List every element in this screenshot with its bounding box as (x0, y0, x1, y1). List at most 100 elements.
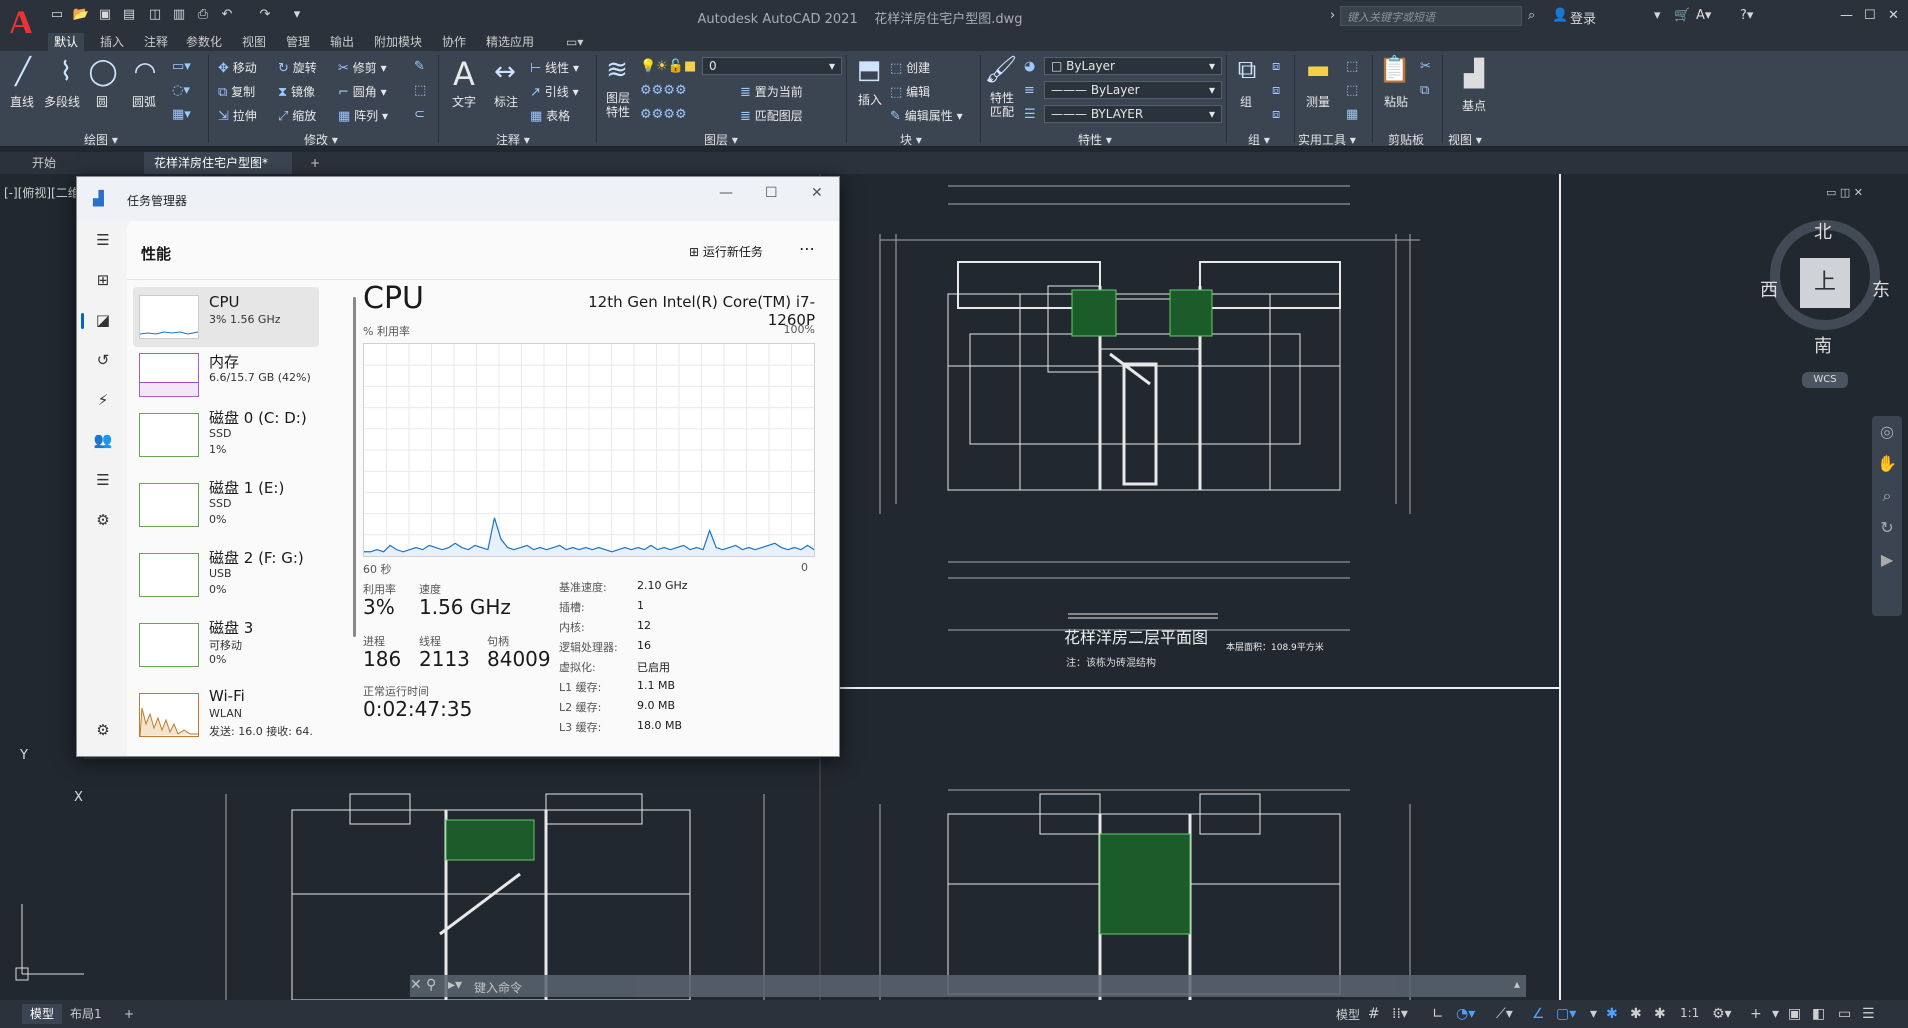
customize-command-icon[interactable]: ⚲ (426, 977, 436, 993)
isolate-objects-icon[interactable]: ◧ (1812, 1006, 1825, 1022)
snap-icon[interactable]: ⁞⁞▾ (1392, 1006, 1408, 1022)
viewport-controls[interactable]: [-][俯视][二维 (4, 184, 80, 201)
save-web-icon[interactable]: ▥ (170, 6, 188, 24)
save-icon[interactable]: ▣ (96, 6, 114, 24)
app-history-icon[interactable]: ↺ (93, 351, 113, 371)
layer-properties-button[interactable]: 图层特性 (606, 91, 630, 119)
wcs-menu[interactable]: WCS (1802, 372, 1848, 388)
draw-panel-label[interactable]: 绘图 ▾ (84, 131, 118, 148)
color-wheel-icon[interactable]: ◕ (1024, 59, 1035, 74)
navigation-bar[interactable]: ◎ ✋ ⌕ ↻ ▶ (1872, 416, 1902, 616)
paste-icon[interactable]: 📋 (1378, 55, 1412, 85)
search-input[interactable]: 键入关键字或短语 (1340, 6, 1522, 26)
dimension-icon[interactable]: ↔ (488, 57, 522, 87)
linetype-icon[interactable]: ≡ (1024, 83, 1035, 98)
lineweight-icon[interactable]: ☰ (1024, 107, 1036, 122)
tm-maximize-icon[interactable]: ☐ (765, 185, 778, 201)
layer-properties-icon[interactable]: ≋ (600, 55, 634, 85)
tab-collaborate[interactable]: 协作 (436, 33, 472, 51)
perf-item-disk1[interactable]: 磁盘 1 (E:) SSD 0% (133, 477, 319, 537)
search-expand-icon[interactable]: › (1330, 8, 1335, 23)
qat-dropdown-icon[interactable]: ▾ (288, 6, 306, 24)
cut-icon[interactable]: ✂ (1420, 59, 1431, 74)
set-current-layer-button[interactable]: ≣ 置为当前 (740, 83, 803, 100)
help-icon[interactable]: ?▾ (1740, 8, 1753, 23)
circle-icon[interactable]: ◯ (86, 57, 120, 87)
dimension-button[interactable]: 标注 (494, 93, 518, 110)
ribbon-options-icon[interactable]: ▭▾ (560, 33, 589, 51)
paste-button[interactable]: 粘贴 (1384, 93, 1408, 110)
startup-apps-icon[interactable]: ⚡ (93, 391, 113, 411)
quick-properties-icon[interactable]: ▣ (1788, 1006, 1801, 1022)
perf-item-wifi[interactable]: Wi-Fi WLAN 发送: 16.0 接收: 64. (133, 687, 319, 747)
group-edit-icon[interactable]: ⧈ (1272, 83, 1280, 98)
processes-icon[interactable]: ⊞ (93, 271, 113, 291)
plot-icon[interactable]: ⎙ (194, 6, 212, 24)
copy-button[interactable]: ⧉ 复制 (218, 83, 255, 100)
scale-button[interactable]: ⤢ 缩放 (278, 107, 316, 124)
command-line[interactable]: ✕ ⚲ ▸▾ 键入命令 ▴ (410, 975, 1526, 997)
add-layout-icon[interactable]: + (116, 1004, 142, 1024)
group-button[interactable]: 组 (1240, 93, 1252, 110)
calculator-icon[interactable]: ▦ (1346, 107, 1358, 122)
table-button[interactable]: ▦ 表格 (530, 107, 570, 124)
measure-button[interactable]: 测量 (1306, 93, 1330, 110)
maximize-icon[interactable]: ☐ (1864, 8, 1876, 23)
measure-icon[interactable]: ▬ (1300, 55, 1336, 85)
erase-icon[interactable]: ✎ (414, 59, 425, 74)
redo-icon[interactable]: ↷ (256, 6, 274, 24)
ortho-icon[interactable]: ∟ (1432, 1006, 1444, 1022)
units-icon[interactable]: ▾ (1772, 1006, 1779, 1022)
tab-parametric[interactable]: 参数化 (180, 33, 228, 51)
arc-icon[interactable]: ◠ (128, 57, 162, 87)
tab-manage[interactable]: 管理 (280, 33, 316, 51)
close-command-icon[interactable]: ✕ (410, 977, 422, 993)
user-icon[interactable]: 👤 (1552, 8, 1568, 23)
autodesk-a360-icon[interactable]: A▾ (1696, 8, 1711, 23)
layer-tools-row2-icons[interactable]: ⚙⚙⚙⚙ (640, 107, 687, 122)
pan-icon[interactable]: ✋ (1872, 448, 1902, 480)
modify-panel-label[interactable]: 修改 ▾ (304, 131, 338, 148)
clipboard-panel-label[interactable]: 剪贴板 (1388, 131, 1424, 148)
close-icon[interactable]: ✕ (1888, 8, 1899, 23)
viewport-window-controls[interactable]: ▭ ◫ ✕ (1826, 186, 1863, 199)
web-mobile-icon[interactable]: ◫ (146, 6, 164, 24)
tab-output[interactable]: 输出 (324, 33, 360, 51)
rotate-button[interactable]: ↻ 旋转 (278, 59, 317, 76)
hamburger-menu-icon[interactable]: ☰ (93, 231, 113, 251)
isodraft-icon[interactable]: ⟋▾ (1496, 1006, 1513, 1022)
open-file-icon[interactable]: 📂 (72, 6, 90, 24)
recent-commands-icon[interactable]: ▸▾ (448, 977, 462, 993)
details-icon[interactable]: ☰ (93, 471, 113, 491)
tm-close-icon[interactable]: ✕ (811, 185, 823, 201)
ungroup-icon[interactable]: ⧈ (1272, 59, 1280, 74)
tab-insert[interactable]: 插入 (94, 33, 130, 51)
polar-icon[interactable]: ◔▾ (1456, 1006, 1475, 1022)
viewcube-top-face[interactable]: 上 (1800, 258, 1850, 308)
osnap-icon[interactable]: ▢▾ (1556, 1006, 1576, 1022)
offset-icon[interactable]: ⊂ (414, 107, 425, 122)
login-link[interactable]: 登录 (1570, 8, 1596, 27)
polyline-button[interactable]: 多段线 (44, 93, 80, 110)
tm-minimize-icon[interactable]: — (719, 185, 733, 201)
match-properties-icon[interactable]: 🖌 (984, 55, 1018, 85)
tab-drawing[interactable]: 花样洋房住宅户型图* ✕ (144, 152, 292, 192)
arc-button[interactable]: 圆弧 (132, 93, 156, 110)
base-view-icon[interactable]: ▟ (1456, 59, 1492, 89)
model-space-toggle[interactable]: 模型 (1336, 1006, 1360, 1023)
quick-select-icon[interactable]: ⬚ (1346, 59, 1358, 74)
utilities-panel-label[interactable]: 实用工具 ▾ (1298, 131, 1356, 148)
annotation-panel-label[interactable]: 注释 ▾ (496, 131, 530, 148)
showmotion-icon[interactable]: ▶ (1872, 544, 1902, 576)
insert-block-icon[interactable]: ⬒ (852, 55, 886, 85)
perf-item-disk2[interactable]: 磁盘 2 (F: G:) USB 0% (133, 547, 319, 607)
nav-wheel-icon[interactable]: ◎ (1872, 416, 1902, 448)
match-properties-button[interactable]: 特性匹配 (990, 91, 1014, 119)
minimize-icon[interactable]: — (1840, 8, 1853, 23)
linear-button[interactable]: ⊢ 线性 ▾ (530, 59, 579, 76)
hardware-accel-icon[interactable]: ▭ (1838, 1006, 1851, 1022)
perf-item-memory[interactable]: 内存 6.6/15.7 GB (42%) (133, 347, 319, 407)
layers-panel-label[interactable]: 图层 ▾ (704, 131, 738, 148)
settings-icon[interactable]: ⚙ (93, 721, 113, 741)
more-options-icon[interactable]: ⋯ (799, 239, 815, 258)
